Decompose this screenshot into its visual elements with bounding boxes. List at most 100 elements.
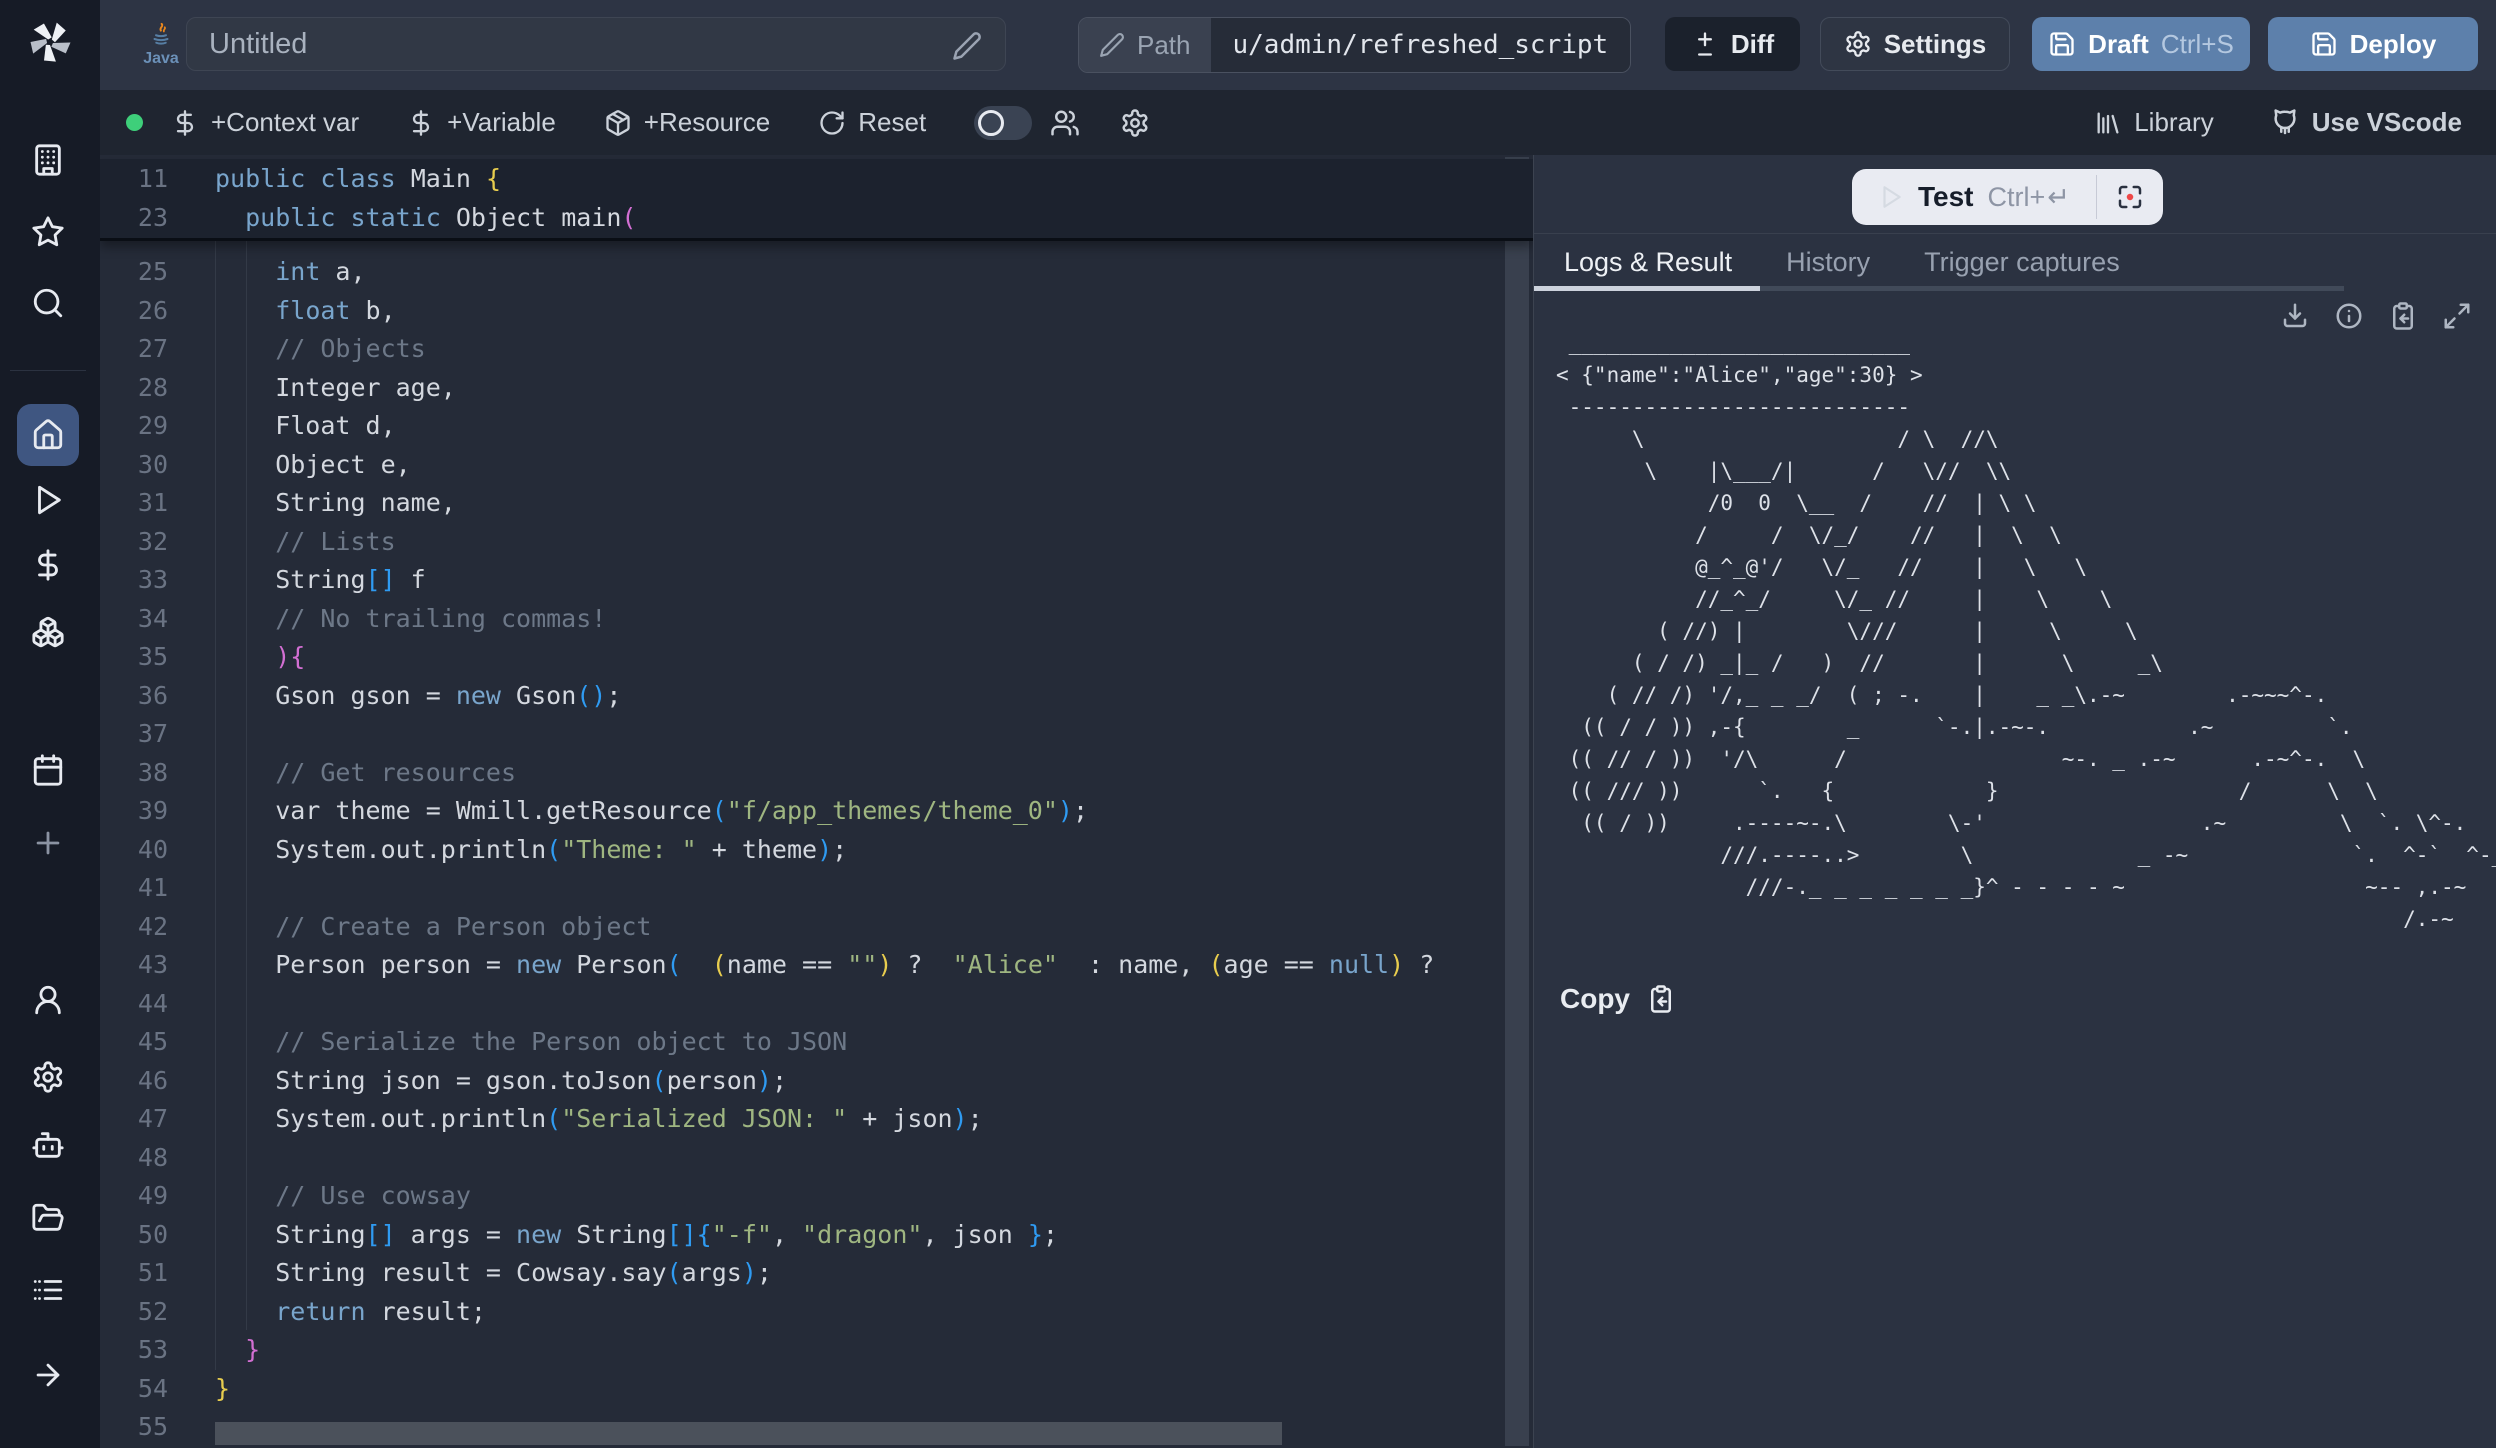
path-label-section[interactable]: Path <box>1079 18 1211 72</box>
sticky-scroll-header[interactable]: 11public class Main {23 public static Ob… <box>100 159 1533 241</box>
reset-button[interactable]: Reset <box>818 107 926 138</box>
code-line[interactable]: 52 return result; <box>100 1292 1533 1331</box>
code-line[interactable]: 50 String[] args = new String[]{"-f", "d… <box>100 1215 1533 1254</box>
deploy-button[interactable]: Deploy <box>2268 17 2478 71</box>
code-line[interactable]: 54} <box>100 1369 1533 1408</box>
sidebar-item-workers[interactable] <box>28 1125 68 1165</box>
add-resource-button[interactable]: +Resource <box>604 107 770 138</box>
save-icon <box>2310 30 2338 58</box>
path-control[interactable]: Path u/admin/refreshed_script <box>1078 17 1631 73</box>
path-value[interactable]: u/admin/refreshed_script <box>1211 18 1631 72</box>
draft-button[interactable]: Draft Ctrl+S <box>2032 17 2250 71</box>
code-line[interactable]: 48 <box>100 1138 1533 1177</box>
java-language-icon: Java <box>138 14 184 76</box>
sidebar-item-workspace[interactable] <box>28 140 68 180</box>
code-line[interactable]: 40 System.out.println("Theme: " + theme)… <box>100 830 1533 869</box>
line-number: 41 <box>100 868 168 907</box>
dollar-icon <box>171 109 199 137</box>
test-button[interactable]: Test Ctrl+↵ <box>1852 169 2163 225</box>
code-line[interactable]: 42 // Create a Person object <box>100 907 1533 946</box>
settings-button[interactable]: Settings <box>1820 17 2010 71</box>
sidebar-item-logs[interactable] <box>28 1270 68 1310</box>
code-editor[interactable]: 25 int a,26 float b,27 // Objects28 Inte… <box>100 155 1533 1448</box>
add-variable-button[interactable]: +Variable <box>407 107 556 138</box>
line-number: 36 <box>100 676 168 715</box>
line-number: 52 <box>100 1292 168 1331</box>
line-number: 49 <box>100 1176 168 1215</box>
code-line[interactable]: 36 Gson gson = new Gson(); <box>100 676 1533 715</box>
code-line[interactable]: 51 String result = Cowsay.say(args); <box>100 1253 1533 1292</box>
line-number: 43 <box>100 945 168 984</box>
edit-name-pencil-icon[interactable] <box>952 31 982 66</box>
sidebar-item-settings[interactable] <box>28 1057 68 1097</box>
tab-history[interactable]: History <box>1786 247 1870 278</box>
code-line[interactable]: 32 // Lists <box>100 522 1533 561</box>
code-line[interactable]: 43 Person person = new Person( (name == … <box>100 945 1533 984</box>
code-line[interactable]: 41 <box>100 868 1533 907</box>
code-line[interactable]: 33 String[] f <box>100 560 1533 599</box>
package-icon <box>604 109 632 137</box>
test-row: Test Ctrl+↵ <box>1534 155 2496 234</box>
line-number: 27 <box>100 329 168 368</box>
code-line[interactable]: 29 Float d, <box>100 406 1533 445</box>
code-line[interactable]: 45 // Serialize the Person object to JSO… <box>100 1022 1533 1061</box>
use-vscode-button[interactable]: Use VScode <box>2270 107 2462 138</box>
code-line[interactable]: 26 float b, <box>100 291 1533 330</box>
sidebar-item-resources[interactable] <box>28 612 68 652</box>
sidebar-divider <box>10 370 86 371</box>
sidebar-item-search[interactable] <box>28 283 68 323</box>
code-line[interactable]: 49 // Use cowsay <box>100 1176 1533 1215</box>
windmill-logo-icon[interactable] <box>22 14 78 70</box>
code-line[interactable]: 53 } <box>100 1330 1533 1369</box>
copy-button[interactable]: Copy <box>1560 983 1676 1015</box>
code-line[interactable]: 47 System.out.println("Serialized JSON: … <box>100 1099 1533 1138</box>
reset-icon <box>818 109 846 137</box>
code-line[interactable]: 38 // Get resources <box>100 753 1533 792</box>
code-line[interactable]: 30 Object e, <box>100 445 1533 484</box>
code-line[interactable]: 37 <box>100 714 1533 753</box>
sidebar-item-expand[interactable] <box>28 1355 68 1395</box>
collaborators-button[interactable] <box>1050 108 1080 138</box>
line-number: 11 <box>100 159 168 198</box>
capture-test-button[interactable] <box>2097 169 2163 225</box>
vertical-scrollbar[interactable] <box>1505 157 1529 1446</box>
code-line[interactable]: 35 ){ <box>100 637 1533 676</box>
sidebar-item-home[interactable] <box>17 404 79 466</box>
sidebar-item-favorites[interactable] <box>28 212 68 252</box>
code-line[interactable]: 39 var theme = Wmill.getResource("f/app_… <box>100 791 1533 830</box>
code-line[interactable]: 11public class Main { <box>100 159 1533 198</box>
code-line[interactable]: 23 public static Object main( <box>100 198 1533 237</box>
run-panel: Test Ctrl+↵ Logs & Result History Trigger … <box>1533 155 2496 1448</box>
code-line[interactable]: 28 Integer age, <box>100 368 1533 407</box>
path-label: Path <box>1137 30 1191 61</box>
windmill-script-editor: Java Path u/admin/refreshed_script Diff … <box>0 0 2496 1448</box>
code-line[interactable]: 44 <box>100 984 1533 1023</box>
tab-trigger-captures[interactable]: Trigger captures <box>1924 247 2120 278</box>
code-line[interactable]: 34 // No trailing commas! <box>100 599 1533 638</box>
sidebar-item-schedules[interactable] <box>28 750 68 790</box>
sidebar-item-variables[interactable] <box>28 545 68 585</box>
script-name-input[interactable] <box>186 17 1006 71</box>
save-icon <box>2048 30 2076 58</box>
horizontal-scrollbar[interactable] <box>215 1422 1282 1445</box>
line-number: 25 <box>100 252 168 291</box>
library-button[interactable]: Library <box>2094 107 2213 138</box>
line-number: 38 <box>100 753 168 792</box>
line-number: 26 <box>100 291 168 330</box>
editor-settings-button[interactable] <box>1120 108 1150 138</box>
code-line[interactable]: 31 String name, <box>100 483 1533 522</box>
sidebar-item-account[interactable] <box>28 980 68 1020</box>
sidebar-item-runs[interactable] <box>28 480 68 520</box>
code-line[interactable]: 27 // Objects <box>100 329 1533 368</box>
code-line[interactable]: 25 int a, <box>100 252 1533 291</box>
line-number: 33 <box>100 560 168 599</box>
add-context-var-button[interactable]: +Context var <box>171 107 359 138</box>
line-number: 54 <box>100 1369 168 1408</box>
assistant-toggle[interactable] <box>974 106 1032 140</box>
sidebar-item-folders[interactable] <box>28 1198 68 1238</box>
sidebar-item-add[interactable] <box>28 823 68 863</box>
tab-logs-result[interactable]: Logs & Result <box>1564 247 1732 278</box>
topbar: Java Path u/admin/refreshed_script Diff … <box>100 0 2496 91</box>
diff-button[interactable]: Diff <box>1665 17 1800 71</box>
code-line[interactable]: 46 String json = gson.toJson(person); <box>100 1061 1533 1100</box>
